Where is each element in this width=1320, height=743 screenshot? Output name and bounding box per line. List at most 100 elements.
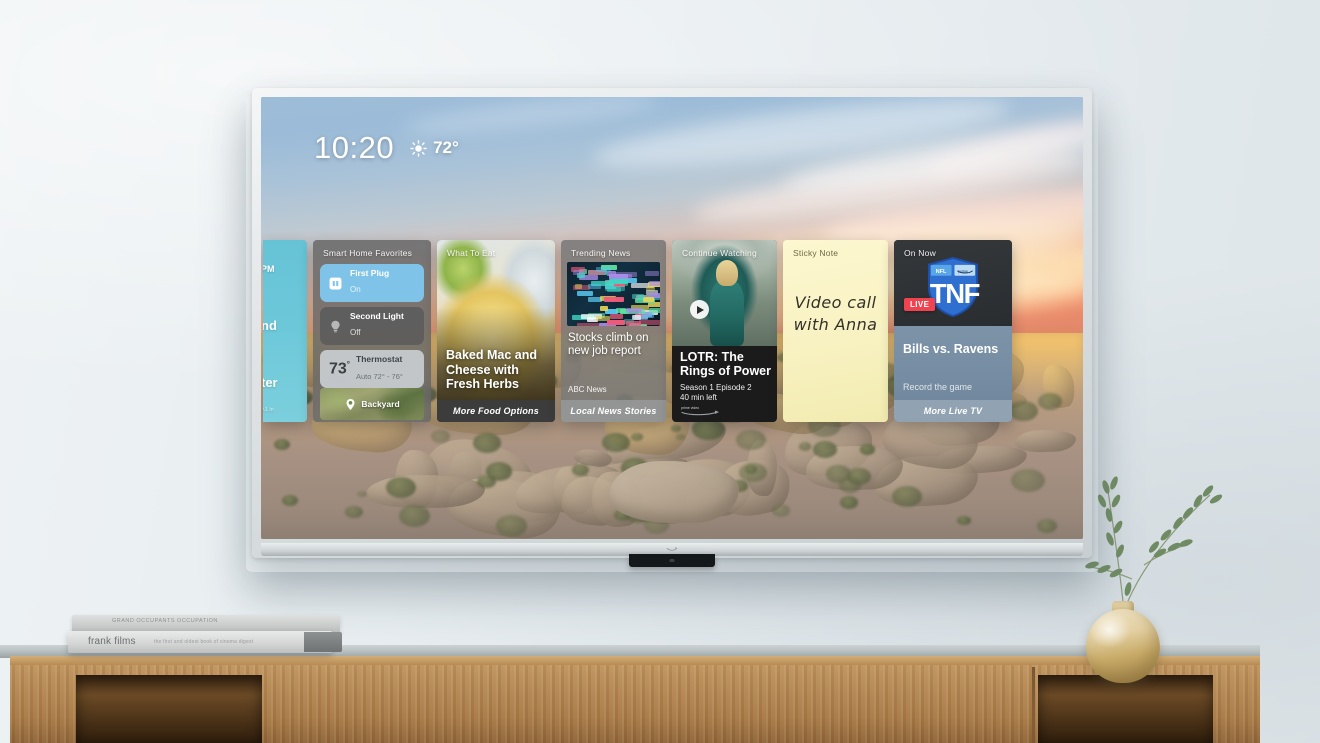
news-card-title: Trending News (571, 248, 631, 258)
first-plug-state: On (350, 284, 361, 294)
backyard-camera-label: Backyard (361, 399, 400, 409)
show-meta: Season 1 Episode 2 40 min left (680, 383, 771, 404)
tv-screen[interactable]: 10:20 72° PM nd ter .1 in Smart Home Fav… (261, 97, 1083, 539)
ticker-cell (625, 321, 642, 326)
desert-shrub (477, 474, 496, 489)
desert-shrub (273, 438, 290, 451)
credenza-cabinet-seam (1032, 667, 1035, 743)
ticker-cell (608, 278, 628, 284)
news-thumbnail (567, 262, 660, 326)
show-time-remaining: 40 min left (680, 392, 717, 402)
desert-shrub (1009, 401, 1038, 422)
weather-peek-fragment-nd: nd (263, 318, 277, 333)
food-card-title: What To Eat (447, 248, 496, 258)
camera-pin-icon (346, 398, 355, 410)
ir-sensor-bar (629, 554, 715, 567)
rock (1014, 428, 1077, 454)
desert-shrub (771, 504, 791, 517)
clock: 10:20 (314, 130, 395, 165)
desert-shrub (859, 444, 875, 456)
card-smart-home-favorites[interactable]: Smart Home Favorites First Plug On Secon… (313, 240, 431, 422)
continue-watching-card-title: Continue Watching (682, 248, 757, 258)
card-on-now[interactable]: NFL prime TNF On Now LIVE Bills vs. Rave… (894, 240, 1012, 422)
card-continue-watching[interactable]: Continue Watching LOTR: The Rings of Pow… (672, 240, 777, 422)
svg-text:NFL: NFL (936, 269, 947, 275)
card-trending-news[interactable]: Trending News Stocks climb on new job re… (561, 240, 666, 422)
desert-shrub (736, 429, 766, 451)
second-light-text: Second Light Off (350, 310, 404, 340)
ticker-cell (605, 286, 625, 292)
recipe-title: Baked Mac and Cheese with Fresh Herbs (446, 347, 538, 392)
desert-shrub (1036, 518, 1058, 533)
first-plug-text: First Plug On (350, 267, 390, 297)
device-tile-thermostat[interactable]: 73° Thermostat Auto 72° - 76° (320, 350, 424, 388)
record-game-action[interactable]: Record the game (903, 382, 972, 392)
thermostat-name: Thermostat (356, 354, 403, 365)
ticker-cell (609, 313, 623, 319)
ticker-cell (576, 323, 600, 326)
vase (1086, 609, 1160, 683)
second-light-state: Off (350, 327, 361, 337)
thermostat-temperature: 73° (329, 359, 350, 378)
desert-shrub (1037, 392, 1063, 410)
desert-shrub (1011, 468, 1045, 493)
book-lower-subtitle: the first and oldest book of cinema dige… (154, 639, 254, 645)
ticker-cell (607, 319, 625, 325)
ticker-cell (639, 320, 660, 326)
prime-video-smile-icon (666, 547, 678, 551)
sticky-note-text: Video call with Anna (793, 293, 878, 335)
ticker-cell (644, 271, 659, 277)
smart-home-card-title: Smart Home Favorites (323, 248, 413, 258)
smart-home-device-list: First Plug On Second Light Off 73° Therm… (320, 264, 424, 393)
local-news-stories-button[interactable]: Local News Stories (561, 400, 666, 422)
artwork-figure (710, 280, 744, 346)
book-upper-title: GRAND OCCUPANTS OCCUPATION (112, 618, 218, 624)
card-weather-peek[interactable]: PM nd ter 0.1 in (263, 240, 307, 422)
device-tile-first-plug[interactable]: First Plug On (320, 264, 424, 302)
ticker-cell (573, 269, 585, 275)
desert-shrub (957, 515, 971, 525)
desert-shrub (431, 429, 450, 443)
television: 10:20 72° PM nd ter .1 in Smart Home Fav… (252, 88, 1092, 567)
weather-peek-fragment-pm: PM (263, 264, 275, 274)
card-what-to-eat[interactable]: What To Eat Baked Mac and Cheese with Fr… (437, 240, 555, 422)
credenza-open-shelf-right (1038, 675, 1213, 743)
ticker-cell (604, 296, 624, 302)
living-room-scene: GRAND OCCUPANTS OCCUPATION frank films t… (0, 0, 1320, 743)
ticker-cell (587, 284, 601, 290)
temperature-label: 72° (433, 138, 459, 157)
live-badge: LIVE (904, 298, 936, 311)
first-plug-name: First Plug (350, 267, 390, 278)
book-stack: GRAND OCCUPANTS OCCUPATION frank films t… (68, 613, 342, 655)
foreground-boulder (609, 461, 739, 523)
more-food-options-button[interactable]: More Food Options (437, 400, 555, 422)
play-icon[interactable] (690, 300, 709, 319)
weather-peek-fragment-ter: ter (263, 375, 278, 390)
desert-shrub (472, 433, 502, 454)
desert-shrub (675, 433, 685, 440)
second-light-name: Second Light (350, 310, 404, 321)
ticker-cell (599, 306, 608, 312)
sun-icon (410, 139, 427, 157)
device-tile-second-light[interactable]: Second Light Off (320, 307, 424, 345)
ticker-cell (632, 293, 644, 299)
desert-shrub (357, 490, 367, 498)
desert-shrub (798, 442, 811, 451)
card-sticky-note[interactable]: Sticky Note Video call with Anna (783, 240, 888, 422)
status-bar: 10:20 72° (314, 130, 459, 166)
thermostat-schedule: Auto 72° - 76° (356, 371, 403, 381)
ticker-cell (576, 291, 594, 297)
on-now-card-title: On Now (904, 248, 936, 258)
artwork-figure-hair (716, 260, 738, 286)
rock (365, 473, 486, 509)
device-tile-backyard-camera[interactable]: Backyard (320, 388, 424, 420)
ticker-cell (642, 296, 655, 302)
game-title: Bills vs. Ravens (903, 342, 999, 356)
weather-readout: 72° (410, 138, 459, 158)
more-live-tv-button[interactable]: More Live TV (894, 400, 1012, 422)
desert-shrub (572, 463, 590, 476)
bulb-icon (331, 320, 340, 332)
desert-shrub (847, 468, 871, 485)
desert-shrub (813, 441, 838, 458)
book-lower-title: frank films (88, 636, 136, 647)
